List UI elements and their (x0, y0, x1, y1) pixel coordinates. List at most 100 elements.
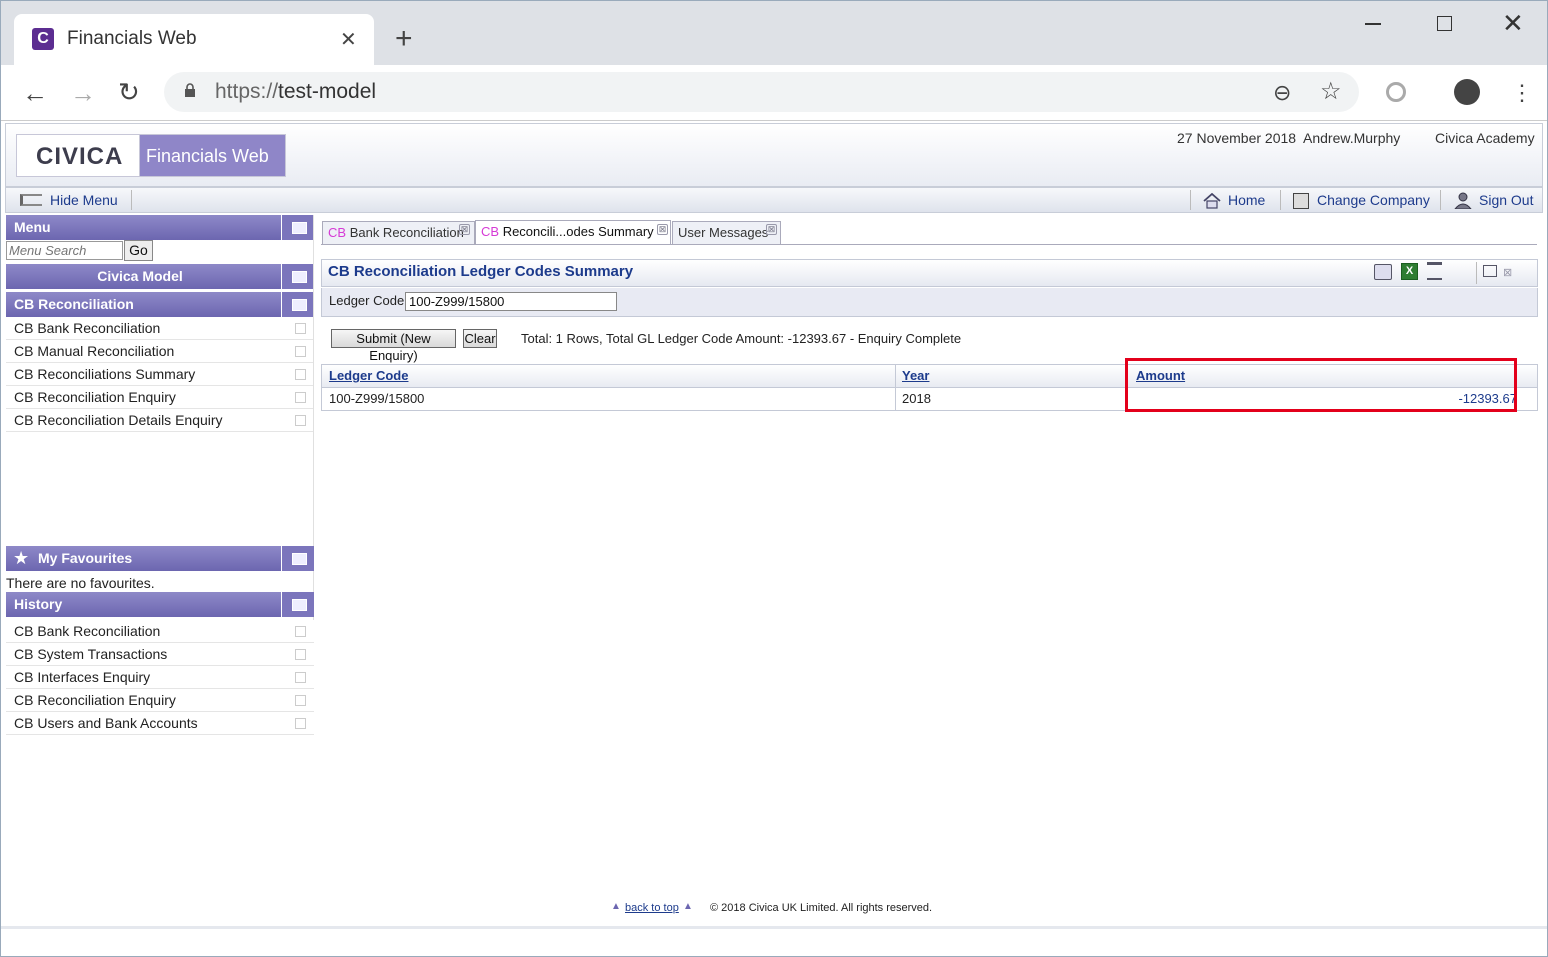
profile-icon[interactable] (1454, 79, 1480, 105)
history-item-cb-reconciliation-enquiry[interactable]: CB Reconciliation Enquiry (6, 689, 314, 712)
history-item-cb-bank-reconciliation[interactable]: CB Bank Reconciliation (6, 620, 314, 643)
window-minimize-icon[interactable] (1365, 12, 1381, 32)
open-external-icon[interactable] (295, 626, 306, 637)
window-toggle-icon[interactable] (281, 215, 314, 240)
window-close-icon[interactable]: ✕ (1502, 8, 1524, 39)
column-divider (895, 365, 896, 410)
open-external-icon[interactable] (295, 415, 306, 426)
hide-menu-link[interactable]: Hide Menu (50, 192, 118, 208)
nav-divider (1440, 190, 1441, 210)
open-external-icon[interactable] (295, 649, 306, 660)
excel-export-icon[interactable]: X (1401, 263, 1418, 280)
enquiry-status-text: Total: 1 Rows, Total GL Ledger Code Amou… (521, 331, 962, 346)
nav-divider (131, 190, 132, 210)
home-icon[interactable] (1203, 193, 1221, 209)
close-tab-icon[interactable]: ⊠ (766, 224, 777, 235)
history-item-label: CB Reconciliation Enquiry (14, 692, 176, 708)
tab-reconciliation-ledger-codes-summary[interactable]: CB Reconcili...odes Summary (475, 220, 671, 244)
tab-label: User Messages (678, 225, 769, 240)
back-icon[interactable]: ← (22, 78, 48, 109)
sidebar-item-cb-reconciliations-summary[interactable]: CB Reconciliations Summary (6, 363, 314, 386)
open-external-icon[interactable] (295, 672, 306, 683)
open-external-icon[interactable] (295, 369, 306, 380)
home-link[interactable]: Home (1228, 192, 1265, 208)
open-external-icon[interactable] (295, 346, 306, 357)
sign-out-link[interactable]: Sign Out (1479, 192, 1533, 208)
sidebar-item-cb-reconciliation-enquiry[interactable]: CB Reconciliation Enquiry (6, 386, 314, 409)
up-arrow-icon: ▲ (683, 901, 693, 912)
close-tab-icon[interactable]: ✕ (340, 27, 357, 52)
civica-favicon-icon: C (32, 28, 54, 50)
sidebar-item-label: CB Reconciliation Enquiry (14, 389, 176, 405)
cell-ledger-code: 100-Z999/15800 (329, 391, 425, 406)
close-tab-icon[interactable]: ⊠ (459, 224, 470, 235)
zoom-out-icon[interactable]: ⊖ (1273, 80, 1291, 106)
sidebar-item-cb-reconciliation-details-enquiry[interactable]: CB Reconciliation Details Enquiry (6, 409, 314, 432)
window-toggle-icon[interactable] (281, 592, 314, 617)
header-user: Andrew.Murphy (1303, 130, 1401, 146)
menu-search-input[interactable] (6, 241, 123, 260)
building-icon[interactable] (1293, 193, 1309, 209)
close-tab-icon[interactable]: ⊠ (657, 224, 668, 235)
sidebar-item-label: CB Bank Reconciliation (14, 320, 161, 336)
forward-icon[interactable]: → (70, 78, 96, 109)
cb-reconciliation-section-header[interactable]: CB Reconciliation (6, 292, 314, 317)
tab-prefix: CB (481, 224, 500, 239)
menu-search-go-button[interactable]: Go (124, 240, 153, 261)
sidebar-item-cb-bank-reconciliation[interactable]: CB Bank Reconciliation (6, 317, 314, 340)
tab-bank-reconciliation[interactable]: CB Bank Reconciliation (322, 221, 475, 244)
ledger-code-input[interactable] (405, 292, 617, 311)
history-item-cb-users-and-bank-accounts[interactable]: CB Users and Bank Accounts (6, 712, 314, 735)
sidebar-item-cb-manual-reconciliation[interactable]: CB Manual Reconciliation (6, 340, 314, 363)
page-title: CB Reconciliation Ledger Codes Summary (328, 263, 634, 280)
browser-tab-title: Financials Web (67, 28, 197, 49)
nav-divider (1280, 190, 1281, 210)
extension-icon[interactable] (1386, 82, 1406, 102)
print-icon[interactable] (1374, 264, 1392, 280)
cell-year: 2018 (902, 391, 931, 406)
user-sign-out-icon[interactable] (1454, 192, 1472, 209)
section-up-icon[interactable] (281, 292, 314, 317)
column-header-ledger-code[interactable]: Ledger Code (329, 368, 408, 383)
clear-button[interactable]: Clear (463, 329, 497, 348)
header-company: Civica Academy (1435, 130, 1535, 146)
back-to-top-link[interactable]: back to top (625, 902, 679, 914)
menu-panel-header: Menu (6, 215, 314, 240)
tab-label: Bank Reconciliation (349, 225, 464, 240)
submit-new-enquiry-button[interactable]: Submit (New Enquiry) (331, 329, 456, 363)
copyright-text: © 2018 Civica UK Limited. All rights res… (710, 902, 933, 914)
url-text[interactable]: https://test-model (215, 80, 376, 104)
civica-model-header[interactable]: Civica Model (6, 264, 314, 289)
open-external-icon[interactable] (295, 323, 306, 334)
reload-icon[interactable]: ↻ (118, 77, 140, 108)
close-panel-icon[interactable]: ⊠ (1503, 266, 1512, 279)
open-external-icon[interactable] (295, 392, 306, 403)
window-frame (0, 65, 1, 957)
tab-user-messages[interactable]: User Messages (672, 221, 781, 244)
nav-divider (1190, 190, 1191, 210)
star-icon[interactable]: ☆ (1320, 77, 1342, 106)
change-company-link[interactable]: Change Company (1317, 192, 1430, 208)
new-window-icon[interactable] (1483, 265, 1497, 277)
up-arrow-icon: ▲ (611, 901, 621, 912)
sidebar-item-label: CB Reconciliation Details Enquiry (14, 412, 223, 428)
history-header: History (6, 592, 314, 617)
open-external-icon[interactable] (295, 718, 306, 729)
window-toggle-icon[interactable] (281, 546, 314, 571)
header-date: 27 November 2018 (1177, 130, 1297, 146)
open-external-icon[interactable] (295, 695, 306, 706)
hide-menu-icon[interactable] (20, 194, 42, 206)
history-item-cb-interfaces-enquiry[interactable]: CB Interfaces Enquiry (6, 666, 314, 689)
amount-highlight-box (1125, 358, 1517, 412)
kebab-menu-icon[interactable]: ⋮ (1511, 80, 1533, 106)
window-maximize-icon[interactable] (1437, 16, 1452, 31)
column-header-year[interactable]: Year (902, 368, 929, 383)
star-icon: ★ (13, 548, 30, 568)
nav-bar (5, 187, 1543, 213)
tab-label: Reconcili...odes Summary (502, 224, 654, 239)
window-toggle-icon[interactable] (281, 264, 314, 289)
filter-icon[interactable] (1427, 262, 1442, 280)
history-item-cb-system-transactions[interactable]: CB System Transactions (6, 643, 314, 666)
new-tab-icon[interactable]: + (395, 22, 413, 56)
lock-icon (185, 83, 195, 97)
